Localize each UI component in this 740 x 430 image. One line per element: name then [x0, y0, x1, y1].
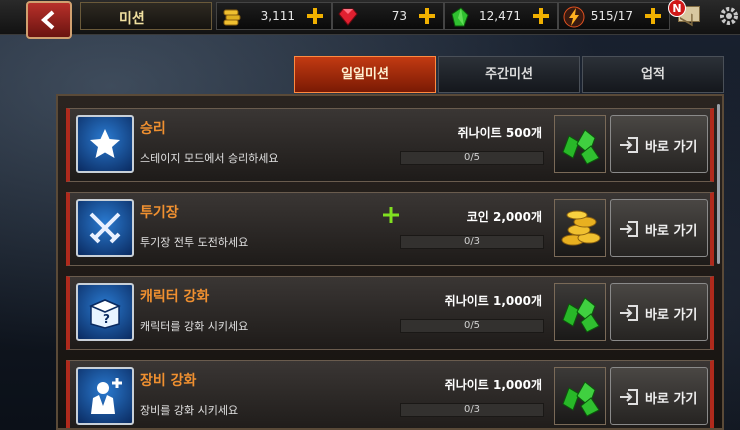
go-button[interactable]: 바로 가기	[610, 367, 708, 425]
gem-value: 73	[391, 9, 407, 23]
mission-progress-text: 0/3	[463, 404, 481, 415]
red-gem-icon	[338, 8, 358, 26]
mission-description: 스테이지 모드에서 승리하세요	[140, 152, 279, 165]
mission-row: ? 캐릭터 강화 캐릭터를 강화 시키세요 쥐나이트 1,000개 0/5 바로…	[66, 276, 714, 350]
jeonite-counter: 12,471	[444, 2, 558, 30]
screen-title-label: 미션	[119, 11, 145, 27]
add-jeonite-button[interactable]	[533, 8, 549, 24]
mission-reward: 쥐나이트 1,000개	[444, 294, 542, 308]
reward-box	[554, 283, 606, 341]
mission-progress-bar: 0/3	[400, 235, 544, 249]
jeonite-value: 12,471	[479, 9, 521, 23]
mission-progress-bar: 0/5	[400, 151, 544, 165]
go-button-label: 바로 가기	[645, 392, 698, 407]
coin-counter: 3,111	[216, 2, 332, 30]
mission-list-panel: 승리 스테이지 모드에서 승리하세요 쥐나이트 500개 0/5 바로 가기 투…	[56, 94, 724, 430]
mission-description: 캐릭터를 강화 시키세요	[140, 320, 249, 333]
crosshair-cursor-icon	[383, 207, 399, 223]
top-bar: 미션 3,111 73 12,471 515/17 N	[0, 0, 740, 39]
mission-title: 승리	[140, 121, 166, 137]
go-button[interactable]: 바로 가기	[610, 115, 708, 173]
star-icon	[76, 115, 134, 173]
mission-row: 투기장 투기장 전투 도전하세요 코인 2,000개 0/3 바로 가기	[66, 192, 714, 266]
mission-progress-text: 0/5	[463, 320, 481, 331]
go-button-label: 바로 가기	[645, 140, 698, 155]
mission-progress-text: 0/5	[463, 152, 481, 163]
back-button[interactable]	[26, 1, 72, 39]
lightning-icon	[563, 6, 585, 28]
reward-box	[554, 115, 606, 173]
green-crystal-icon	[562, 129, 600, 165]
green-crystal-icon	[562, 381, 600, 417]
list-scrollbar[interactable]	[717, 104, 720, 264]
mission-row: 장비 강화 장비를 강화 시키세요 쥐나이트 1,000개 0/3 바로 가기	[66, 360, 714, 428]
go-button[interactable]: 바로 가기	[610, 283, 708, 341]
back-arrow-icon	[40, 10, 55, 30]
mission-title: 장비 강화	[140, 373, 197, 389]
enter-icon	[620, 137, 638, 153]
go-button[interactable]: 바로 가기	[610, 199, 708, 257]
enter-icon	[620, 305, 638, 321]
equipment-upgrade-icon	[76, 367, 134, 425]
mission-progress-bar: 0/5	[400, 319, 544, 333]
mystery-box-icon: ?	[76, 283, 134, 341]
svg-text:?: ?	[103, 312, 110, 326]
gear-icon[interactable]	[718, 4, 740, 28]
mission-description: 장비를 강화 시키세요	[140, 404, 239, 417]
add-coins-button[interactable]	[307, 8, 323, 24]
tab-daily-missions[interactable]: 일일미션	[294, 56, 436, 93]
mission-reward: 쥐나이트 1,000개	[444, 378, 542, 392]
tab-achievements[interactable]: 업적	[582, 56, 724, 93]
mission-progress-bar: 0/3	[400, 403, 544, 417]
crossed-swords-icon	[76, 199, 134, 257]
gold-coin-icon	[223, 9, 241, 26]
go-button-label: 바로 가기	[645, 308, 698, 323]
gem-counter: 73	[332, 2, 444, 30]
reward-box	[554, 367, 606, 425]
reward-box	[554, 199, 606, 257]
add-energy-button[interactable]	[645, 8, 661, 24]
enter-icon	[620, 221, 638, 237]
screen-title: 미션	[80, 2, 212, 30]
mission-description: 투기장 전투 도전하세요	[140, 236, 249, 249]
energy-value: 515/17	[590, 9, 633, 23]
green-crystal-icon	[451, 7, 469, 27]
mission-title: 캐릭터 강화	[140, 289, 210, 305]
mission-title: 투기장	[140, 205, 179, 221]
coin-value: 3,111	[260, 9, 295, 23]
go-button-label: 바로 가기	[645, 224, 698, 239]
mission-reward: 코인 2,000개	[466, 210, 542, 224]
mission-row: 승리 스테이지 모드에서 승리하세요 쥐나이트 500개 0/5 바로 가기	[66, 108, 714, 182]
mission-reward: 쥐나이트 500개	[457, 126, 542, 140]
enter-icon	[620, 389, 638, 405]
add-gems-button[interactable]	[419, 8, 435, 24]
tab-weekly-missions[interactable]: 주간미션	[438, 56, 580, 93]
green-crystal-icon	[562, 297, 600, 333]
energy-counter: 515/17	[558, 2, 670, 30]
gold-coins-icon	[561, 210, 601, 246]
mission-progress-text: 0/3	[463, 236, 481, 247]
